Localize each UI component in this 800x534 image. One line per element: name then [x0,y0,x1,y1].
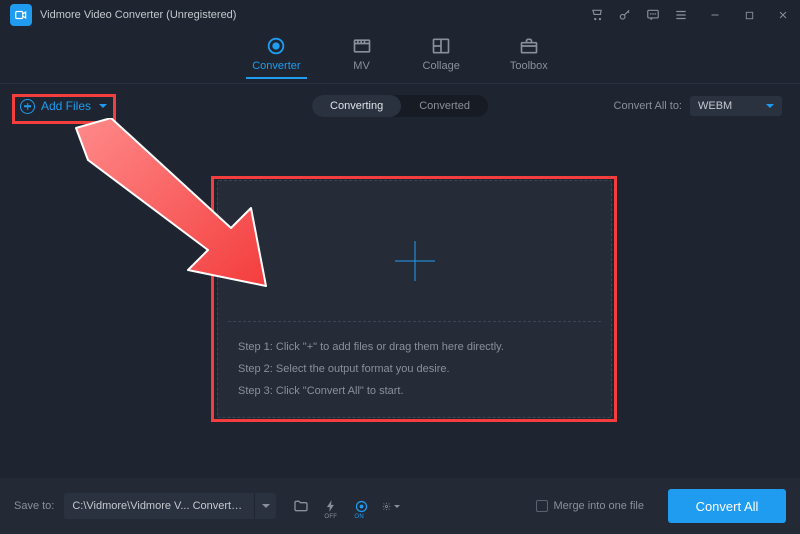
merge-label: Merge into one file [554,500,645,512]
output-format-value: WEBM [698,100,732,112]
output-format-dropdown[interactable]: WEBM [690,96,782,116]
tab-collage[interactable]: Collage [423,36,460,78]
close-button[interactable] [776,8,790,22]
open-folder-button[interactable] [292,497,310,515]
key-icon[interactable] [618,8,632,22]
checkbox-icon [536,500,548,512]
main-area: Step 1: Click "+" to add files or drag t… [0,130,800,478]
toolbox-icon [518,36,540,56]
main-tabs: Converter MV Collage Toolbox [0,30,800,84]
chevron-down-icon [394,505,400,508]
convert-all-to-label: Convert All to: [614,100,682,112]
converter-icon [265,36,287,56]
menu-icon[interactable] [674,8,688,22]
divider [228,321,601,322]
add-files-label: Add Files [41,99,91,113]
tab-mv[interactable]: MV [351,36,373,78]
sub-toolbar: Add Files Converting Converted Convert A… [0,88,800,124]
tab-label: MV [353,60,370,72]
minimize-button[interactable] [708,8,722,22]
hardware-accel-toggle[interactable]: OFF [322,497,340,515]
hw-off-label: OFF [324,514,337,520]
maximize-button[interactable] [742,8,756,22]
tab-converter[interactable]: Converter [252,36,300,78]
collage-icon [430,36,452,56]
chevron-down-icon [766,104,774,108]
mv-icon [351,36,373,56]
segment-converting[interactable]: Converting [312,95,401,117]
step-text: Step 3: Click "Convert All" to start. [238,380,591,402]
add-plus-icon[interactable] [395,241,435,281]
feedback-icon[interactable] [646,8,660,22]
app-title: Vidmore Video Converter (Unregistered) [40,9,236,21]
plus-circle-icon [20,99,35,114]
hs-on-label: ON [354,514,364,520]
add-files-button[interactable]: Add Files [18,95,115,118]
step-text: Step 1: Click "+" to add files or drag t… [238,336,591,358]
step-text: Step 2: Select the output format you des… [238,358,591,380]
chevron-down-icon [99,104,107,108]
settings-button[interactable] [382,497,400,515]
instruction-steps: Step 1: Click "+" to add files or drag t… [238,336,591,402]
tab-label: Collage [423,60,460,72]
bottom-bar: Save to: C:\Vidmore\Vidmore V... Convert… [0,478,800,534]
high-speed-toggle[interactable]: ON [352,497,370,515]
cart-icon[interactable] [590,8,604,22]
save-path-value[interactable]: C:\Vidmore\Vidmore V... Converter\Conver… [64,500,254,512]
save-to-label: Save to: [14,500,54,512]
save-path-field: C:\Vidmore\Vidmore V... Converter\Conver… [64,493,276,519]
title-bar: Vidmore Video Converter (Unregistered) [0,0,800,30]
save-path-dropdown[interactable] [254,493,276,519]
segment-converted[interactable]: Converted [401,95,488,117]
drop-zone[interactable]: Step 1: Click "+" to add files or drag t… [217,180,612,418]
tab-toolbox[interactable]: Toolbox [510,36,548,78]
tab-label: Toolbox [510,60,548,72]
tab-label: Converter [252,60,300,72]
convert-all-button[interactable]: Convert All [668,489,786,523]
status-segment: Converting Converted [312,95,488,117]
merge-checkbox[interactable]: Merge into one file [536,500,645,512]
chevron-down-icon [262,504,270,508]
app-logo [10,4,32,26]
